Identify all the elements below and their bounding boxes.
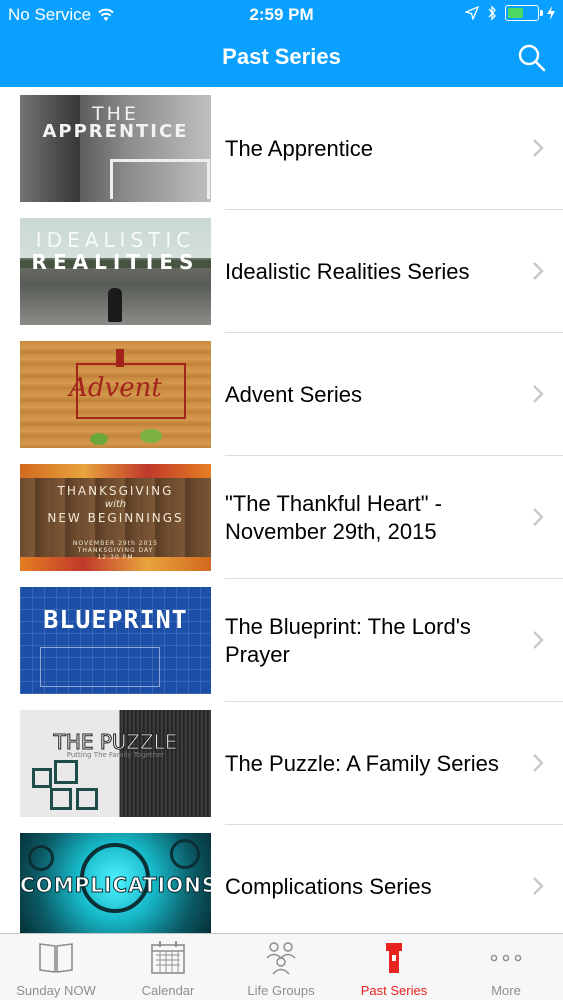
series-thumbnail-advent: Advent bbox=[20, 341, 211, 448]
series-title: The Puzzle: A Family Series bbox=[225, 750, 499, 776]
header: No Service 2:59 PM Past Series bbox=[0, 0, 563, 87]
chevron-right-icon bbox=[533, 385, 544, 403]
chevron-right-icon bbox=[533, 877, 544, 895]
series-row[interactable]: IDEALISTIC REALITIES Idealistic Realitie… bbox=[0, 210, 563, 333]
series-title: Idealistic Realities Series bbox=[225, 258, 470, 284]
series-title: The Apprentice bbox=[225, 135, 373, 161]
series-row[interactable]: COMPLICATIONS Complications Series bbox=[0, 825, 563, 933]
tab-label: Calendar bbox=[141, 983, 195, 998]
chevron-right-icon bbox=[533, 631, 544, 649]
series-row[interactable]: THE APPRENTICE The Apprentice bbox=[0, 87, 563, 210]
series-row[interactable]: THE PUZZLE Putting The Family Together T… bbox=[0, 702, 563, 825]
tab-label: Past Series bbox=[360, 983, 428, 998]
series-thumbnail-idealistic-realities: IDEALISTIC REALITIES bbox=[20, 218, 211, 325]
series-row[interactable]: BLUEPRINT The Blueprint: The Lord's Pray… bbox=[0, 579, 563, 702]
series-thumbnail-complications: COMPLICATIONS bbox=[20, 833, 211, 933]
series-list: THE APPRENTICE The Apprentice IDEALISTIC… bbox=[0, 87, 563, 933]
tab-label: More bbox=[491, 983, 521, 998]
calendar-icon bbox=[151, 941, 185, 974]
charging-icon bbox=[547, 6, 555, 20]
bluetooth-icon bbox=[488, 5, 496, 21]
series-row[interactable]: THANKSGIVING with NEW BEGINNINGS NOVEMBE… bbox=[0, 456, 563, 579]
series-thumbnail-apprentice: THE APPRENTICE bbox=[20, 95, 211, 202]
chevron-right-icon bbox=[533, 508, 544, 526]
series-row[interactable]: Advent Advent Series bbox=[0, 333, 563, 456]
tab-past-series[interactable]: Past Series bbox=[338, 934, 450, 1000]
tab-label: Sunday NOW bbox=[16, 983, 96, 998]
series-title: The Blueprint: The Lord's Prayer bbox=[225, 613, 471, 667]
series-title: Advent Series bbox=[225, 381, 362, 407]
battery-icon bbox=[505, 5, 543, 21]
search-icon[interactable] bbox=[517, 43, 547, 73]
tab-bar: Sunday NOW Calendar Life Groups Past Ser… bbox=[0, 933, 563, 1000]
series-title: "The Thankful Heart" - November 29th, 20… bbox=[225, 490, 442, 544]
tower-icon bbox=[386, 943, 402, 973]
chevron-right-icon bbox=[533, 754, 544, 772]
more-icon bbox=[490, 954, 522, 962]
tab-sunday-now[interactable]: Sunday NOW bbox=[0, 934, 112, 1000]
location-icon bbox=[465, 6, 479, 20]
page-title: Past Series bbox=[222, 44, 341, 69]
status-bar: No Service 2:59 PM bbox=[0, 0, 563, 30]
tab-more[interactable]: More bbox=[450, 934, 562, 1000]
series-thumbnail-puzzle: THE PUZZLE Putting The Family Together bbox=[20, 710, 211, 817]
tab-life-groups[interactable]: Life Groups bbox=[225, 934, 337, 1000]
series-thumbnail-thanksgiving: THANKSGIVING with NEW BEGINNINGS NOVEMBE… bbox=[20, 464, 211, 571]
series-thumbnail-blueprint: BLUEPRINT bbox=[20, 587, 211, 694]
tab-calendar[interactable]: Calendar bbox=[112, 934, 224, 1000]
people-icon bbox=[266, 942, 296, 975]
series-title: Complications Series bbox=[225, 873, 432, 899]
book-icon bbox=[39, 943, 73, 973]
chevron-right-icon bbox=[533, 139, 544, 157]
tab-label: Life Groups bbox=[247, 983, 315, 998]
chevron-right-icon bbox=[533, 262, 544, 280]
